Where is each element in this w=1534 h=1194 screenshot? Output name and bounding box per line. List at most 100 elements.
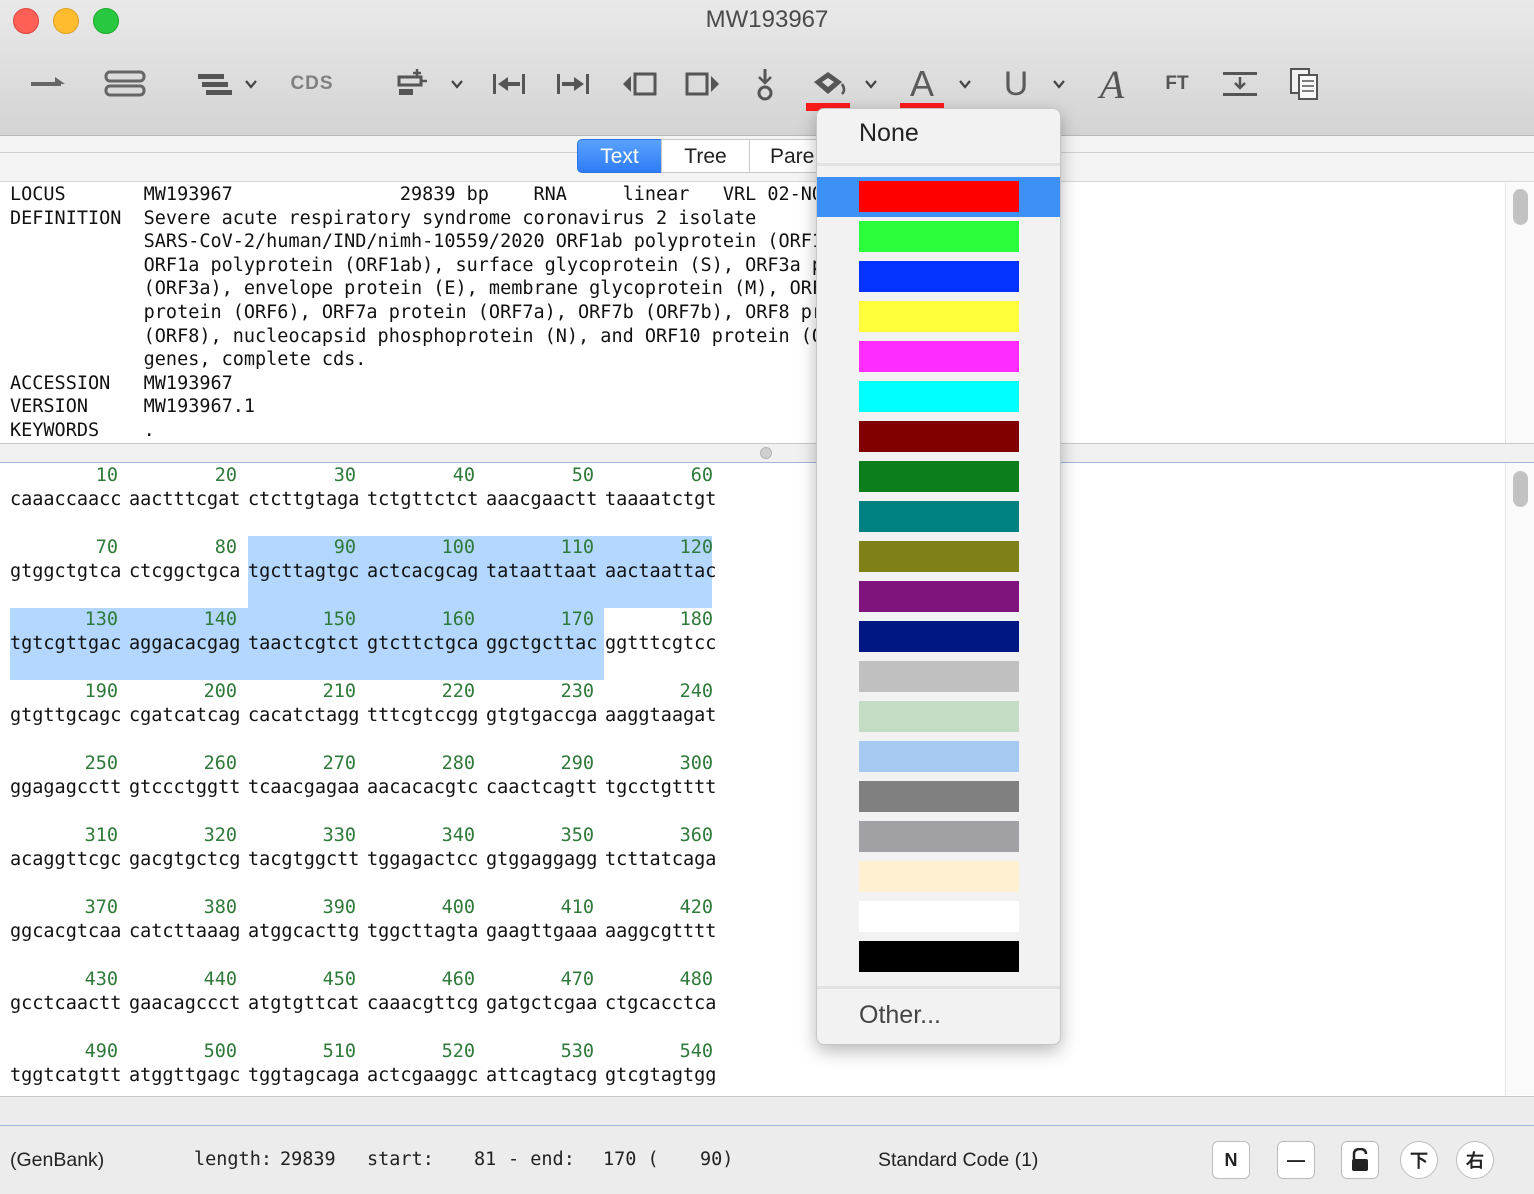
sequence-block[interactable]: tgcctgtttt	[605, 776, 716, 800]
sequence-scrollbar[interactable]	[1505, 463, 1534, 1095]
insert-feature-icon[interactable]	[394, 62, 430, 106]
tab-tree[interactable]: Tree	[661, 139, 750, 173]
color-swatch[interactable]	[859, 381, 1019, 412]
sequence-block[interactable]: aactttcgat	[129, 488, 240, 512]
color-none-item[interactable]: None	[859, 119, 919, 148]
feature-box-icon[interactable]	[104, 62, 148, 106]
feature-list-icon[interactable]	[196, 62, 236, 106]
sequence-block[interactable]: aaacgaactt	[486, 488, 597, 512]
underline-icon[interactable]: U	[996, 62, 1036, 106]
right-strand-button[interactable]: 右	[1456, 1141, 1494, 1179]
sequence-block[interactable]: ggtttcgtcc	[605, 632, 716, 656]
color-swatch[interactable]	[859, 541, 1019, 572]
scrollbar-thumb[interactable]	[1513, 189, 1528, 225]
sequence-block[interactable]: caactcagtt	[486, 776, 597, 800]
sequence-block[interactable]: cgatcatcag	[129, 704, 240, 728]
sequence-block[interactable]: ggctgcttac	[486, 632, 597, 656]
sequence-block[interactable]: aaggcgtttt	[605, 920, 716, 944]
sequence-block[interactable]: tctgttctct	[367, 488, 478, 512]
sequence-block[interactable]: gtcgtagtgg	[605, 1064, 716, 1088]
gap-toggle-button[interactable]: —	[1277, 1141, 1315, 1179]
sequence-block[interactable]: taaaatctgt	[605, 488, 716, 512]
chevron-down-icon[interactable]	[957, 76, 973, 92]
go-start-icon[interactable]	[489, 62, 529, 106]
sequence-block[interactable]: caaacgttcg	[367, 992, 478, 1016]
sequence-block[interactable]: tggtcatgtt	[10, 1064, 121, 1088]
sequence-block[interactable]: tacgtggctt	[248, 848, 359, 872]
sequence-block[interactable]: aactaattac	[605, 560, 716, 584]
color-swatch[interactable]	[859, 181, 1019, 212]
sequence-block[interactable]: catcttaaag	[129, 920, 240, 944]
color-swatch[interactable]	[859, 821, 1019, 852]
sequence-block[interactable]: tgtcgttgac	[10, 632, 121, 656]
scrollbar-thumb[interactable]	[1513, 471, 1528, 507]
copy-icon[interactable]	[1286, 62, 1322, 106]
sequence-block[interactable]: actcgaaggc	[367, 1064, 478, 1088]
color-swatch[interactable]	[859, 341, 1019, 372]
sequence-block[interactable]: gtggctgtca	[10, 560, 121, 584]
split-view-divider[interactable]	[0, 443, 1534, 463]
chevron-down-icon[interactable]	[863, 76, 879, 92]
sequence-block[interactable]: tcaacgagaa	[248, 776, 359, 800]
color-swatch[interactable]	[859, 661, 1019, 692]
cursor-position-icon[interactable]	[750, 62, 780, 106]
sequence-block[interactable]: tttcgtccgg	[367, 704, 478, 728]
chevron-down-icon[interactable]	[1051, 76, 1067, 92]
sequence-block[interactable]: gtcttctgca	[367, 632, 478, 656]
color-swatch[interactable]	[859, 941, 1019, 972]
sequence-block[interactable]: atgtgttcat	[248, 992, 359, 1016]
sequence-block[interactable]: ggcacgtcaa	[10, 920, 121, 944]
color-other-item[interactable]: Other...	[859, 1001, 941, 1030]
sequence-block[interactable]: aacacacgtc	[367, 776, 478, 800]
color-swatch[interactable]	[859, 701, 1019, 732]
text-color-icon[interactable]: A	[900, 62, 944, 106]
sequence-block[interactable]: gaagttgaaa	[486, 920, 597, 944]
select-right-icon[interactable]	[682, 62, 722, 106]
color-swatch[interactable]	[859, 861, 1019, 892]
genbank-header-pane[interactable]: LOCUS MW193967 29839 bp RNA linear VRL 0…	[0, 183, 1504, 443]
sequence-block[interactable]: gcctcaactt	[10, 992, 121, 1016]
tab-text[interactable]: Text	[577, 139, 662, 173]
sequence-block[interactable]: tcttatcaga	[605, 848, 716, 872]
sequence-block[interactable]: tggtagcaga	[248, 1064, 359, 1088]
ft-icon[interactable]: FT	[1160, 62, 1194, 106]
sequence-block[interactable]: ctgcacctca	[605, 992, 716, 1016]
sequence-block[interactable]: actcacgcag	[367, 560, 478, 584]
sequence-block[interactable]: acaggttcgc	[10, 848, 121, 872]
color-swatch[interactable]	[859, 581, 1019, 612]
color-swatch[interactable]	[859, 221, 1019, 252]
sequence-block[interactable]: gtgttgcagc	[10, 704, 121, 728]
italic-font-icon[interactable]: A	[1090, 62, 1134, 107]
color-swatch[interactable]	[859, 781, 1019, 812]
sequence-block[interactable]: tggagactcc	[367, 848, 478, 872]
color-swatch[interactable]	[859, 741, 1019, 772]
sequence-block[interactable]: ggagagcctt	[10, 776, 121, 800]
color-swatch[interactable]	[859, 621, 1019, 652]
sequence-pane[interactable]: 10 20 30 40 50 60 caaaccaacc aactttcgat ctcttgta…	[0, 463, 1504, 1095]
sequence-block[interactable]: gaacagccct	[129, 992, 240, 1016]
go-end-icon[interactable]	[553, 62, 593, 106]
sequence-block[interactable]: taactcgtct	[248, 632, 359, 656]
down-strand-button[interactable]: 下	[1400, 1141, 1438, 1179]
chevron-down-icon[interactable]	[243, 76, 259, 92]
lock-toggle-button[interactable]	[1341, 1141, 1379, 1179]
sequence-block[interactable]: gacgtgctcg	[129, 848, 240, 872]
sequence-block[interactable]: tgcttagtgc	[248, 560, 359, 584]
feature-arrow-icon[interactable]	[28, 62, 68, 106]
sequence-block[interactable]: aggacacgag	[129, 632, 240, 656]
sequence-block[interactable]: tataattaat	[486, 560, 597, 584]
sequence-block[interactable]: ctcttgtaga	[248, 488, 359, 512]
color-swatch[interactable]	[859, 901, 1019, 932]
header-scrollbar[interactable]	[1505, 183, 1534, 443]
cds-icon[interactable]: CDS	[287, 62, 337, 106]
divider-handle[interactable]	[760, 447, 772, 459]
sequence-block[interactable]: caaaccaacc	[10, 488, 121, 512]
sequence-block[interactable]: gtggaggagg	[486, 848, 597, 872]
color-swatch[interactable]	[859, 261, 1019, 292]
sequence-block[interactable]: atggttgagc	[129, 1064, 240, 1088]
color-swatch[interactable]	[859, 461, 1019, 492]
sequence-block[interactable]: atggcacttg	[248, 920, 359, 944]
n-toggle-button[interactable]: N	[1212, 1141, 1250, 1179]
sequence-block[interactable]: gtgtgaccga	[486, 704, 597, 728]
genetic-code-selector[interactable]: Standard Code (1)	[878, 1149, 1038, 1172]
